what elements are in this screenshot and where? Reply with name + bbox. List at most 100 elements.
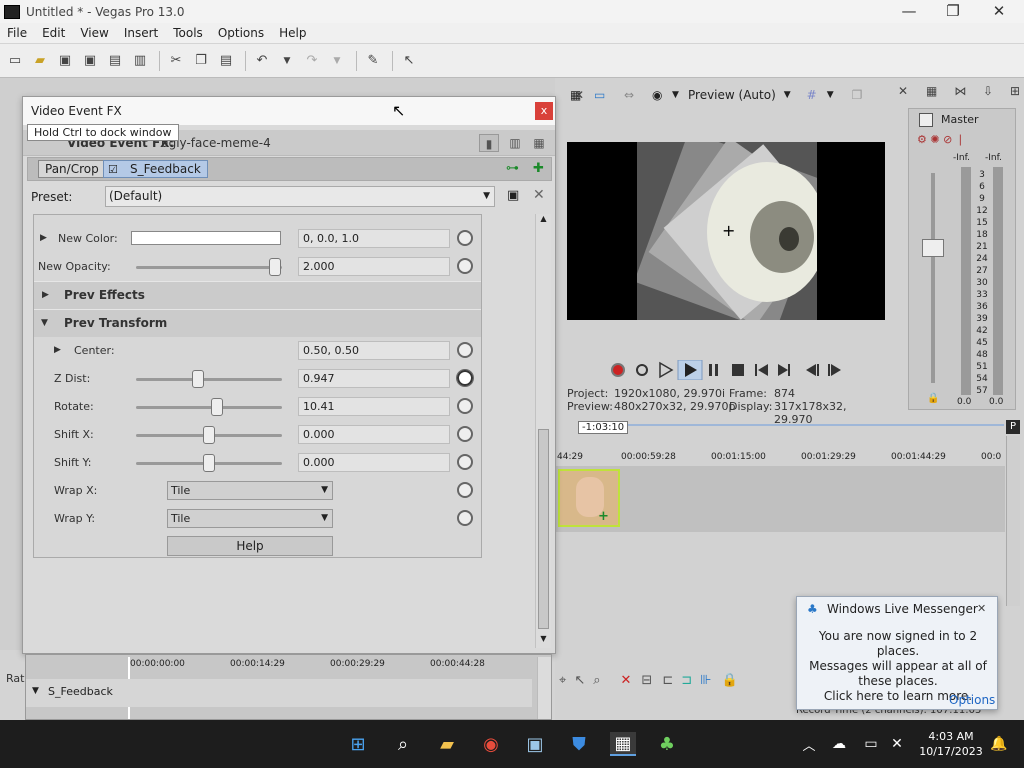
fx-enable-checkbox-icon[interactable]: ☑ bbox=[108, 162, 118, 178]
fx-help-button[interactable]: Help bbox=[167, 536, 333, 556]
copy-snapshot-icon[interactable]: ❐ bbox=[852, 88, 863, 102]
param-slider[interactable] bbox=[136, 370, 282, 388]
notification-bell-icon[interactable]: 🔔 bbox=[986, 732, 1012, 756]
param-slider[interactable] bbox=[136, 258, 282, 276]
trim-start-icon[interactable]: ⊏ bbox=[662, 673, 673, 688]
param-slider[interactable] bbox=[136, 454, 282, 472]
group-prev-effects[interactable]: ▶ Prev Effects bbox=[34, 281, 481, 309]
close-button[interactable]: ✕ bbox=[976, 0, 1022, 23]
keyframe-clock-icon[interactable] bbox=[457, 510, 473, 526]
group-prev-transform[interactable]: ▼ Prev Transform bbox=[34, 309, 481, 337]
copy-icon[interactable]: ❐ bbox=[190, 50, 212, 72]
delete-preset-icon[interactable]: ✕ bbox=[533, 187, 545, 203]
preset-select[interactable]: (Default) ▼ bbox=[105, 186, 495, 207]
fx-track-row[interactable]: ▼ S_Feedback bbox=[26, 679, 532, 707]
menu-help[interactable]: Help bbox=[272, 26, 314, 40]
mono-icon[interactable]: ⇩ bbox=[983, 84, 993, 100]
slider-knob[interactable] bbox=[211, 398, 224, 416]
volume-muted-icon[interactable]: ✕ bbox=[884, 732, 910, 756]
keyframe-clock-icon[interactable] bbox=[457, 398, 473, 414]
save-icon[interactable]: ▣ bbox=[54, 50, 76, 72]
fx-chain-add-icon[interactable]: ✚ bbox=[533, 161, 544, 176]
clock[interactable]: 4:03 AM 10/17/2023 bbox=[916, 729, 986, 759]
messenger-notification[interactable]: ♣ Windows Live Messenger ✕ You are now s… bbox=[796, 596, 998, 710]
timeline-vscroll[interactable] bbox=[1006, 436, 1020, 606]
master-close-icon[interactable]: ✕ bbox=[898, 84, 908, 98]
file-explorer-icon[interactable]: ▰ bbox=[434, 732, 460, 756]
param-slider[interactable] bbox=[136, 398, 282, 416]
master-props-icon[interactable]: ▦ bbox=[926, 84, 937, 100]
search-icon[interactable]: ⌕ bbox=[390, 732, 416, 756]
split-icon[interactable]: ⊪ bbox=[700, 673, 711, 688]
what-this-icon[interactable]: ↖ bbox=[398, 50, 420, 72]
scroll-up-icon[interactable]: ▲ bbox=[537, 214, 550, 228]
fx-params-scrollbar[interactable]: ▲ ▼ bbox=[535, 214, 551, 648]
keyframe-clock-icon[interactable] bbox=[457, 454, 473, 470]
tray-chevron-up-icon[interactable]: ︿ bbox=[796, 732, 822, 756]
start-icon[interactable]: ⊞ bbox=[345, 732, 371, 756]
param-value-field[interactable]: 0.000 bbox=[298, 453, 450, 472]
video-preview[interactable]: + bbox=[567, 142, 885, 320]
video-event-clip[interactable]: + bbox=[558, 469, 620, 527]
fx-close-button[interactable]: x bbox=[535, 102, 553, 120]
view-single-icon[interactable]: ▮ bbox=[479, 134, 499, 152]
grid-icon[interactable]: # bbox=[807, 88, 817, 102]
scroll-down-icon[interactable]: ▼ bbox=[537, 634, 550, 648]
restore-button[interactable]: ❐ bbox=[930, 0, 976, 23]
expand-icon[interactable]: ▶ bbox=[40, 233, 47, 243]
chrome-icon[interactable]: ◉ bbox=[478, 732, 504, 756]
fx-chain-pan-crop[interactable]: Pan/Crop bbox=[38, 160, 106, 178]
undo-dropdown-icon[interactable]: ▼ bbox=[276, 50, 298, 72]
normal-edit-icon[interactable]: ⌖ bbox=[559, 673, 566, 688]
menu-file[interactable]: File bbox=[0, 26, 35, 40]
param-value-field[interactable]: 0.50, 0.50 bbox=[298, 341, 450, 360]
marker-icon[interactable]: P bbox=[1006, 420, 1020, 434]
overlays-dropdown-icon[interactable]: ▼ bbox=[672, 90, 684, 100]
undo-icon[interactable]: ↶ bbox=[251, 50, 273, 72]
split-screen-icon[interactable]: ⇔ bbox=[624, 88, 652, 102]
param-value-field[interactable]: 0.000 bbox=[298, 425, 450, 444]
fx-window-titlebar[interactable]: Video Event FX bbox=[23, 97, 555, 125]
stop-icon[interactable] bbox=[732, 364, 744, 376]
trim-end-icon[interactable]: ⊐ bbox=[681, 673, 692, 688]
keyframe-clock-icon[interactable] bbox=[457, 230, 473, 246]
lock-icon[interactable]: ⊞ bbox=[1010, 84, 1020, 100]
paste-icon[interactable]: ▤ bbox=[215, 50, 237, 72]
redo-icon[interactable]: ↷ bbox=[301, 50, 323, 72]
previous-frame-icon[interactable] bbox=[806, 364, 819, 376]
cut-icon[interactable]: ✂ bbox=[165, 50, 187, 72]
new-icon[interactable]: ▭ bbox=[4, 50, 26, 72]
slider-knob[interactable] bbox=[268, 258, 281, 276]
keyframe-clock-icon[interactable] bbox=[457, 482, 473, 498]
pause-icon[interactable] bbox=[709, 364, 718, 376]
master-fader[interactable] bbox=[922, 239, 944, 257]
menu-view[interactable]: View bbox=[73, 26, 116, 40]
param-value-field[interactable]: 0.947 bbox=[298, 369, 450, 388]
preview-quality-dropdown-icon[interactable]: ▼ bbox=[784, 90, 791, 100]
zoom-tool-icon[interactable]: ⌕ bbox=[593, 673, 600, 688]
minimize-button[interactable]: — bbox=[886, 0, 932, 23]
messenger-taskbar-icon[interactable]: ♣ bbox=[654, 732, 680, 756]
keyframe-clock-icon[interactable] bbox=[457, 258, 473, 274]
wrap-y-select[interactable]: Tile ▼ bbox=[167, 509, 333, 528]
go-to-end-icon[interactable] bbox=[778, 364, 790, 376]
grid-dropdown-icon[interactable]: ▼ bbox=[827, 90, 834, 100]
notification-close-icon[interactable]: ✕ bbox=[977, 602, 986, 615]
master-fx-icons[interactable]: ⚙ ✺ ⊘ ❘ bbox=[917, 133, 965, 146]
expand-icon[interactable]: ▶ bbox=[54, 345, 61, 355]
play-from-start-icon[interactable] bbox=[659, 361, 674, 379]
wrap-x-select[interactable]: Tile ▼ bbox=[167, 481, 333, 500]
downmix-icon[interactable]: ⋈ bbox=[954, 84, 966, 100]
menu-options[interactable]: Options bbox=[211, 26, 272, 40]
photos-icon[interactable]: ▣ bbox=[522, 732, 548, 756]
loop-icon[interactable] bbox=[636, 364, 648, 376]
play-icon[interactable] bbox=[677, 359, 703, 381]
overlays-icon[interactable]: ◉ bbox=[652, 88, 672, 102]
param-value-field[interactable]: 10.41 bbox=[298, 397, 450, 416]
menu-tools[interactable]: Tools bbox=[166, 26, 211, 40]
event-fx-icon[interactable]: + bbox=[598, 509, 609, 524]
collapse-icon[interactable]: ▼ bbox=[32, 686, 39, 696]
next-frame-icon[interactable] bbox=[828, 364, 841, 376]
redo-dropdown-icon[interactable]: ▼ bbox=[326, 50, 348, 72]
partial-dropdown[interactable] bbox=[167, 214, 333, 215]
